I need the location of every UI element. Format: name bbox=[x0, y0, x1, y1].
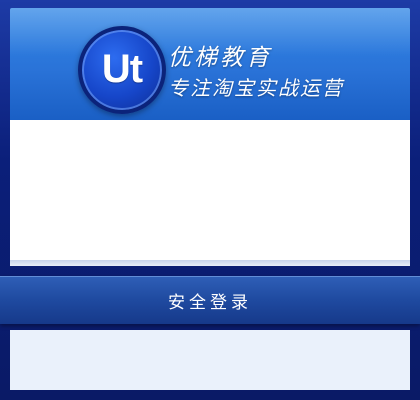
content-panel bbox=[10, 120, 410, 260]
header-banner: Ut 优梯教育 专注淘宝实战运营 bbox=[10, 8, 410, 120]
secure-login-button[interactable]: 安全登录 bbox=[130, 282, 290, 318]
window-frame: Ut 优梯教育 专注淘宝实战运营 安全登录 bbox=[0, 0, 420, 400]
logo-text: Ut bbox=[101, 46, 143, 91]
secure-login-label: 安全登录 bbox=[168, 292, 252, 313]
brand-title: 优梯教育 bbox=[168, 45, 272, 71]
bottom-panel bbox=[10, 330, 410, 390]
divider bbox=[10, 260, 410, 266]
brand-logo: Ut bbox=[78, 26, 166, 114]
brand-subtitle: 专注淘宝实战运营 bbox=[168, 76, 344, 100]
